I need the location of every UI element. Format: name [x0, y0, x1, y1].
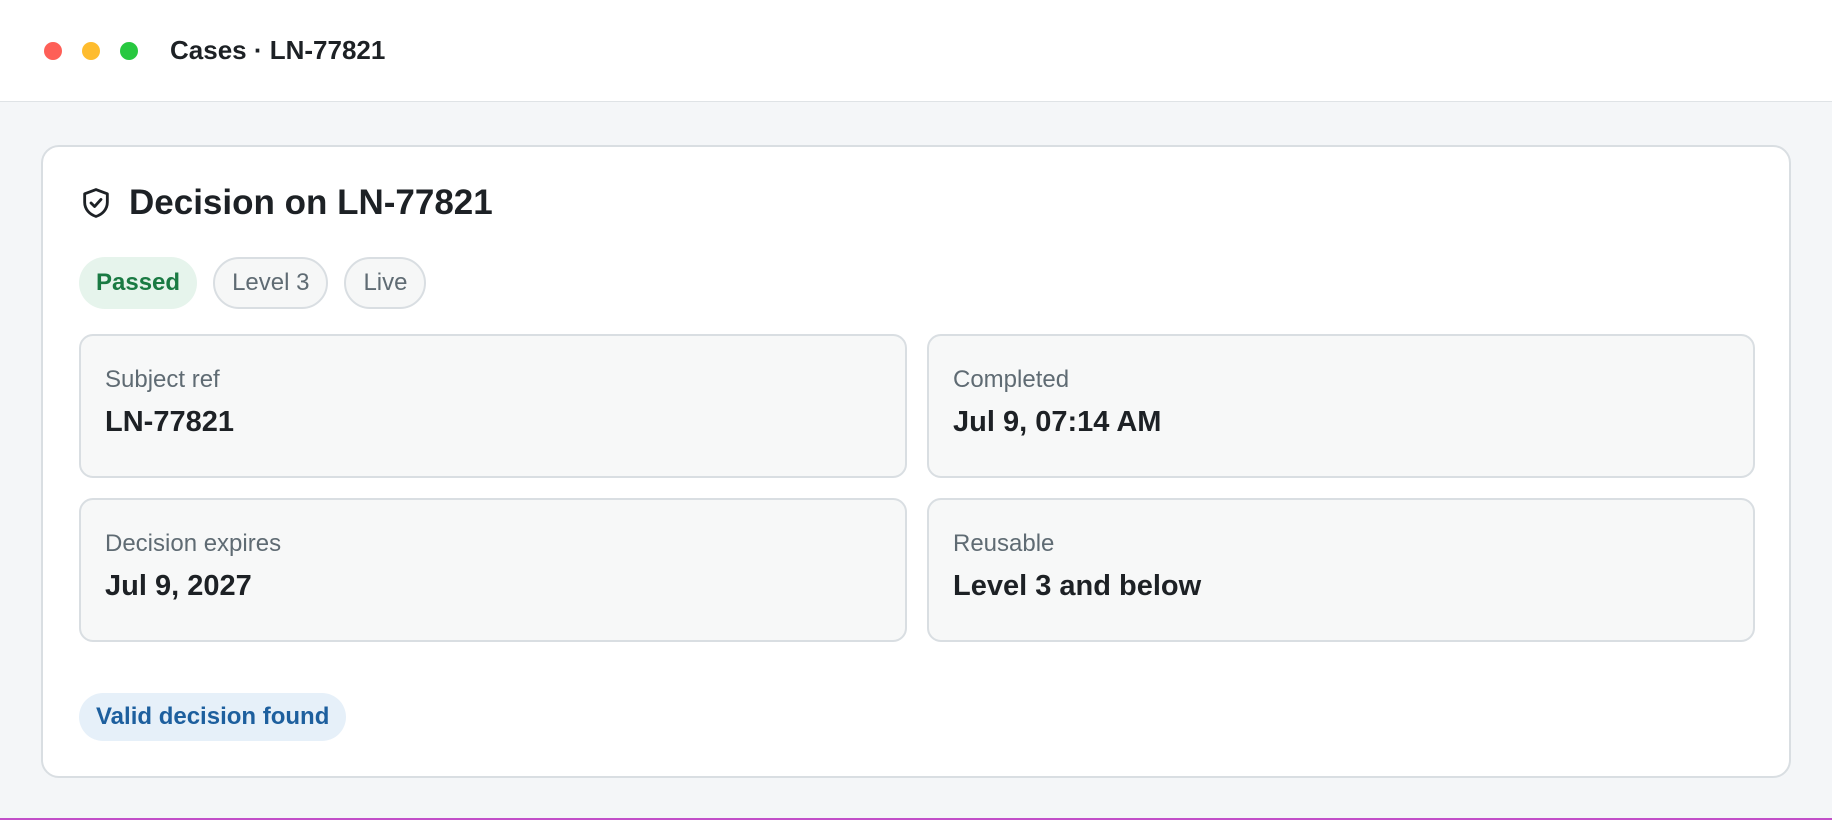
- window-controls: [44, 41, 138, 60]
- field-value: LN-77821: [105, 406, 234, 438]
- field-label: Completed: [953, 366, 1070, 393]
- shield-check-icon: [79, 186, 113, 220]
- badge-row: Passed Level 3 Live: [79, 257, 427, 309]
- decision-expires-field: Decision expires Jul 9, 2027: [79, 498, 907, 642]
- field-value: Jul 9, 2027: [105, 570, 252, 602]
- window-title: Cases · LN-77821: [170, 35, 386, 65]
- field-label: Subject ref: [105, 366, 220, 393]
- card-header: Decision on LN-77821: [79, 183, 493, 223]
- field-label: Decision expires: [105, 530, 282, 557]
- level-badge: Level 3: [213, 257, 329, 309]
- field-value: Level 3 and below: [953, 570, 1202, 602]
- maximize-window-button[interactable]: [120, 41, 138, 60]
- minimize-window-button[interactable]: [82, 41, 100, 60]
- field-label: Reusable: [953, 530, 1055, 557]
- result-badge: Valid decision found: [79, 693, 347, 741]
- window-titlebar: Cases · LN-77821: [0, 0, 1832, 102]
- reusable-field: Reusable Level 3 and below: [927, 498, 1755, 642]
- decision-card: Decision on LN-77821 Passed Level 3 Live…: [41, 145, 1791, 778]
- page-title: Decision on LN-77821: [129, 183, 493, 222]
- details-grid: Subject ref LN-77821 Completed Jul 9, 07…: [79, 334, 1755, 642]
- field-value: Jul 9, 07:14 AM: [953, 406, 1162, 438]
- completed-field: Completed Jul 9, 07:14 AM: [927, 334, 1755, 478]
- close-window-button[interactable]: [44, 41, 62, 60]
- subject-ref-field: Subject ref LN-77821: [79, 334, 907, 478]
- status-badge: Passed: [79, 257, 198, 309]
- environment-badge: Live: [344, 257, 427, 309]
